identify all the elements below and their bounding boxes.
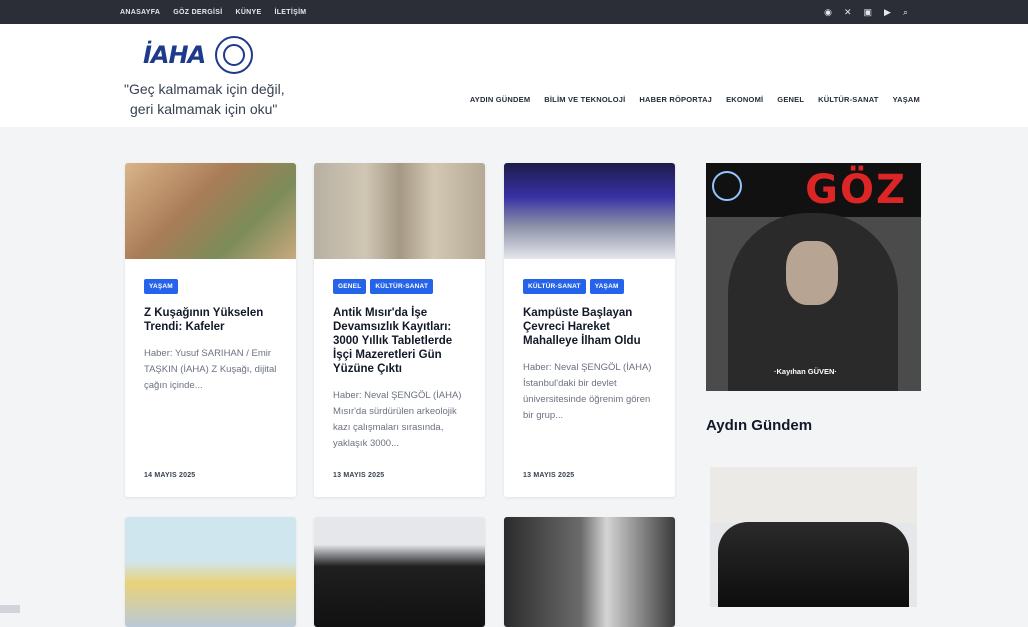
- article-date: 14 MAYIS 2025: [144, 472, 196, 479]
- sidebar-group-photo[interactable]: [710, 467, 917, 607]
- article-card[interactable]: [125, 517, 296, 627]
- banner-title: GÖZ: [805, 167, 907, 213]
- main-content: YAŞAM Z Kuşağının Yükselen Trendi: Kafel…: [0, 127, 1028, 627]
- article-title[interactable]: Kampüste Başlayan Çevreci Hareket Mahall…: [523, 306, 656, 348]
- article-card[interactable]: [314, 517, 485, 627]
- tag-yasam[interactable]: YAŞAM: [589, 279, 624, 294]
- article-image[interactable]: [314, 517, 485, 627]
- article-image[interactable]: [125, 163, 296, 259]
- tagline-line-2: geri kalmamak için oku": [130, 101, 278, 117]
- topnav-kunye[interactable]: KÜNYE: [235, 9, 261, 16]
- topnav-home[interactable]: ANASAYFA: [120, 9, 160, 16]
- article-title[interactable]: Antik Mısır'da İşe Devamsızlık Kayıtları…: [333, 306, 466, 376]
- article-excerpt: Haber: Neval ŞENGÖL (İAHA) İstanbul'daki…: [523, 362, 652, 421]
- tag-kultur-sanat[interactable]: KÜLTÜR-SANAT: [523, 279, 586, 294]
- top-bar: ANASAYFA GÖZ DERGİSİ KÜNYE İLETİŞİM ◉ ✕ …: [0, 0, 1028, 24]
- article-excerpt: Haber: Neval ŞENGÖL (İAHA) Mısır'da sürd…: [333, 390, 462, 449]
- youtube-icon[interactable]: ▶: [884, 7, 891, 17]
- nav-aydin-gundem[interactable]: AYDIN GÜNDEM: [470, 95, 530, 104]
- banner-person-name: ·Kayıhan GÜVEN·: [774, 367, 837, 376]
- article-image[interactable]: [314, 163, 485, 259]
- logo-text: İAHA: [143, 41, 206, 69]
- tag-yasam[interactable]: YAŞAM: [144, 279, 178, 294]
- nav-haber-roportaj[interactable]: HABER RÖPORTAJ: [639, 95, 712, 104]
- nav-genel[interactable]: GENEL: [777, 95, 804, 104]
- instagram-icon[interactable]: ◉: [824, 7, 832, 17]
- nav-kultur-sanat[interactable]: KÜLTÜR-SANAT: [818, 95, 878, 104]
- article-image[interactable]: [125, 517, 296, 627]
- nav-yasam[interactable]: YAŞAM: [893, 95, 920, 104]
- banner-seal-icon: [712, 171, 742, 201]
- banner-face: [786, 241, 838, 305]
- tag-genel[interactable]: GENEL: [333, 279, 367, 294]
- article-card[interactable]: [504, 517, 675, 627]
- tag-kultur-sanat[interactable]: KÜLTÜR-SANAT: [370, 279, 434, 294]
- search-icon[interactable]: ⌕: [903, 7, 908, 17]
- nav-ekonomi[interactable]: EKONOMİ: [726, 95, 763, 104]
- topnav-iletisim[interactable]: İLETİŞİM: [274, 9, 306, 16]
- topnav-goz-dergisi[interactable]: GÖZ DERGİSİ: [173, 9, 222, 16]
- tagline: "Geç kalmamak için değil, geri kalmamak …: [124, 79, 285, 119]
- scroll-edge: [0, 605, 20, 613]
- site-logo[interactable]: İAHA: [143, 36, 254, 74]
- main-nav: AYDIN GÜNDEM BİLİM VE TEKNOLOJİ HABER RÖ…: [470, 95, 920, 104]
- article-date: 13 MAYIS 2025: [523, 472, 575, 479]
- sidebar-section-title: Aydın Gündem: [706, 417, 813, 434]
- tag-list: GENEL KÜLTÜR-SANAT: [333, 279, 485, 294]
- photo-icon[interactable]: ▣: [864, 7, 873, 17]
- article-image[interactable]: [504, 163, 675, 259]
- university-seal-icon: [215, 36, 254, 74]
- tag-list: KÜLTÜR-SANAT YAŞAM: [523, 279, 675, 294]
- site-header: İAHA "Geç kalmamak için değil, geri kalm…: [0, 24, 1028, 127]
- top-nav: ANASAYFA GÖZ DERGİSİ KÜNYE İLETİŞİM: [120, 9, 306, 16]
- tag-list: YAŞAM: [144, 279, 296, 294]
- article-date: 13 MAYIS 2025: [333, 472, 385, 479]
- nav-bilim-teknoloji[interactable]: BİLİM VE TEKNOLOJİ: [544, 95, 625, 104]
- article-title[interactable]: Z Kuşağının Yükselen Trendi: Kafeler: [144, 306, 277, 334]
- article-image[interactable]: [504, 517, 675, 627]
- x-icon[interactable]: ✕: [844, 7, 852, 17]
- article-card[interactable]: GENEL KÜLTÜR-SANAT Antik Mısır'da İşe De…: [314, 163, 485, 497]
- article-card[interactable]: KÜLTÜR-SANAT YAŞAM Kampüste Başlayan Çev…: [504, 163, 675, 497]
- article-card[interactable]: YAŞAM Z Kuşağının Yükselen Trendi: Kafel…: [125, 163, 296, 497]
- goz-magazine-banner[interactable]: GÖZ ·Kayıhan GÜVEN·: [706, 163, 921, 391]
- article-excerpt: Haber: Yusuf SARIHAN / Emir TAŞKIN (İAHA…: [144, 348, 277, 391]
- tagline-line-1: "Geç kalmamak için değil,: [124, 81, 285, 97]
- social-icons: ◉ ✕ ▣ ▶ ⌕: [824, 7, 908, 17]
